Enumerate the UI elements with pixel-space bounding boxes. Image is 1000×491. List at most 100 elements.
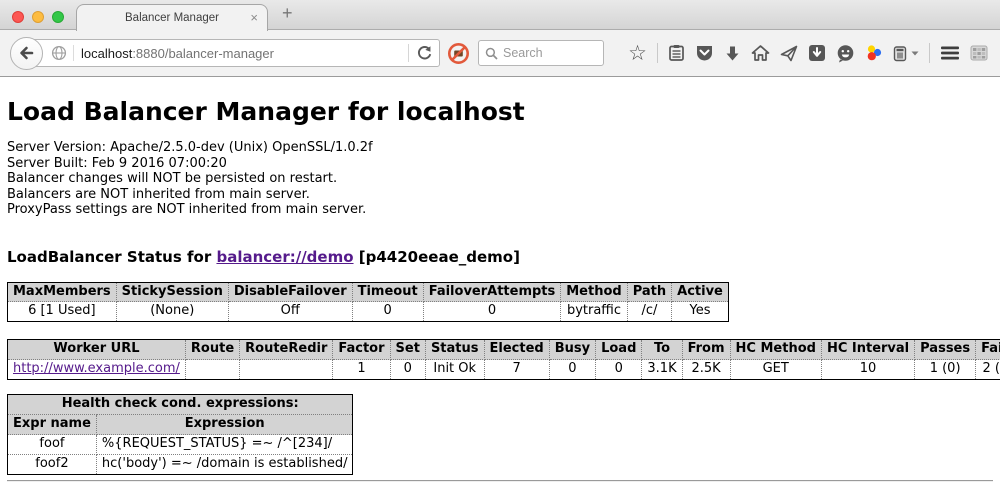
column-header: StickySession <box>116 282 228 302</box>
addon-download-icon[interactable] <box>808 44 826 62</box>
column-header: Expr name <box>8 415 97 435</box>
table-cell: 10 <box>821 360 914 380</box>
clipper-group <box>893 45 919 62</box>
table-cell: http://www.example.com/ <box>8 360 186 380</box>
window-close-button[interactable] <box>12 11 24 23</box>
home-icon[interactable] <box>751 44 770 62</box>
column-header: Expression <box>96 415 353 435</box>
table-cell: 2.5K <box>682 360 730 380</box>
back-arrow-icon <box>17 43 37 63</box>
window-minimize-button[interactable] <box>32 11 44 23</box>
reading-list-icon[interactable] <box>668 44 685 62</box>
column-header: Path <box>627 282 671 302</box>
globe-icon <box>51 45 67 61</box>
reload-separator <box>408 44 409 62</box>
worker-url-link[interactable]: http://www.example.com/ <box>13 361 180 376</box>
page-content: Load Balancer Manager for localhost Serv… <box>0 97 1000 482</box>
table-cell: 0 <box>390 360 425 380</box>
balancer-status-heading: LoadBalancer Status for balancer://demo … <box>7 248 993 266</box>
table-cell: 3.1K <box>642 360 682 380</box>
column-header: HC Method <box>730 340 821 360</box>
url-bar[interactable]: localhost:8880/balancer-manager <box>26 39 440 67</box>
table-row: foof2hc('body') =~ /domain is establishe… <box>8 455 353 475</box>
table-cell: %{REQUEST_STATUS} =~ /^[234]/ <box>96 435 353 455</box>
table-row: http://www.example.com/10Init Ok7003.1K2… <box>8 360 1000 380</box>
table-cell: (None) <box>116 302 228 322</box>
table-cell: 6 [1 Used] <box>8 302 117 322</box>
column-header: FailoverAttempts <box>423 282 561 302</box>
column-header: Active <box>672 282 729 302</box>
column-header: DisableFailover <box>228 282 352 302</box>
table-cell: Off <box>228 302 352 322</box>
reload-button[interactable] <box>416 45 433 62</box>
table-cell: 0 <box>596 360 642 380</box>
url-path: :8880/balancer-manager <box>132 46 274 61</box>
table-cell: 0 <box>549 360 595 380</box>
tab-title: Balancer Manager <box>125 12 219 24</box>
url-domain: localhost <box>81 46 132 61</box>
browser-tab[interactable]: Balancer Manager × <box>76 4 268 31</box>
info-line: ProxyPass settings are NOT inherited fro… <box>7 202 993 218</box>
smiley-icon[interactable] <box>836 44 855 63</box>
toolbar-separator <box>657 43 658 63</box>
toolbar-icon-strip: ☆ <box>628 43 988 63</box>
plugin-blocked-icon[interactable] <box>447 42 470 65</box>
table-title: Health check cond. expressions: <box>8 395 353 415</box>
download-icon[interactable] <box>724 45 741 62</box>
server-info: Server Version: Apache/2.5.0-dev (Unix) … <box>7 140 993 218</box>
table-cell: foof2 <box>8 455 97 475</box>
clipper-icon[interactable] <box>893 45 907 62</box>
column-header: From <box>682 340 730 360</box>
info-line: Balancer changes will NOT be persisted o… <box>7 171 993 187</box>
table-cell: 0 <box>423 302 561 322</box>
bottom-rule <box>7 480 993 482</box>
tab-close-icon[interactable]: × <box>250 10 258 25</box>
header-row: MaxMembersStickySessionDisableFailoverTi… <box>8 282 729 302</box>
column-header: Busy <box>549 340 595 360</box>
pocket-icon[interactable] <box>695 44 714 62</box>
table-cell <box>185 360 239 380</box>
column-header: Worker URL <box>8 340 186 360</box>
balancer-link[interactable]: balancer://demo <box>216 248 353 266</box>
caret-down-icon[interactable] <box>911 51 919 56</box>
identity-separator <box>73 45 74 61</box>
table-cell: 1 <box>333 360 390 380</box>
colors-icon[interactable] <box>865 44 883 62</box>
table-cell: GET <box>730 360 821 380</box>
window-controls <box>12 11 64 23</box>
search-bar[interactable]: Search <box>478 40 604 66</box>
health-check-table: Health check cond. expressions:Expr name… <box>7 394 353 475</box>
table-cell: bytraffic <box>561 302 627 322</box>
table-cell: 7 <box>484 360 549 380</box>
status-heading-prefix: LoadBalancer Status for <box>7 248 216 266</box>
menu-icon[interactable] <box>940 45 960 61</box>
column-header: Set <box>390 340 425 360</box>
column-header: HC Interval <box>821 340 914 360</box>
back-button[interactable] <box>10 37 43 70</box>
bookmark-star-icon[interactable]: ☆ <box>628 43 647 63</box>
window-zoom-button[interactable] <box>52 11 64 23</box>
column-header: Factor <box>333 340 390 360</box>
balancer-settings-table: MaxMembersStickySessionDisableFailoverTi… <box>7 282 729 323</box>
table-cell <box>240 360 333 380</box>
column-header: Elected <box>484 340 549 360</box>
search-icon <box>485 47 498 60</box>
column-header: Load <box>596 340 642 360</box>
tiles-icon[interactable] <box>970 45 988 61</box>
column-header: To <box>642 340 682 360</box>
column-header: Fails <box>976 340 1000 360</box>
send-icon[interactable] <box>780 45 798 62</box>
page-title: Load Balancer Manager for localhost <box>7 97 993 126</box>
header-row: Worker URLRouteRouteRedirFactorSetStatus… <box>8 340 1000 360</box>
column-header: MaxMembers <box>8 282 117 302</box>
table-row: foof%{REQUEST_STATUS} =~ /^[234]/ <box>8 435 353 455</box>
column-header: Method <box>561 282 627 302</box>
new-tab-button[interactable]: + <box>282 3 293 24</box>
url-text[interactable]: localhost:8880/balancer-manager <box>81 46 274 61</box>
column-header: RouteRedir <box>240 340 333 360</box>
table-cell: /c/ <box>627 302 671 322</box>
worker-status-table: Worker URLRouteRouteRedirFactorSetStatus… <box>7 339 1000 380</box>
info-line: Server Built: Feb 9 2016 07:00:20 <box>7 156 993 172</box>
toolbar-separator <box>929 43 930 63</box>
table-cell: 1 (0) <box>915 360 976 380</box>
